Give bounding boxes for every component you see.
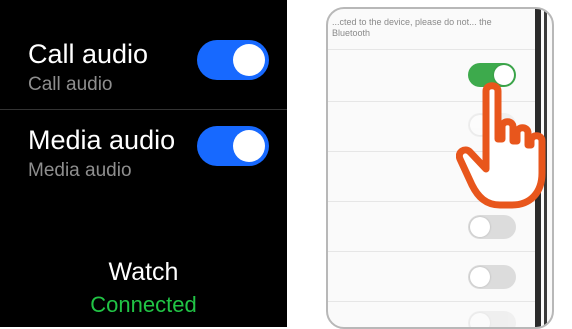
toggle-knob	[233, 44, 265, 76]
pointing-hand-icon	[456, 82, 546, 209]
media-audio-toggle[interactable]	[197, 126, 269, 166]
phone-screen: ...cted to the device, please do not... …	[326, 7, 554, 329]
divider	[328, 251, 538, 252]
toggle-knob	[470, 217, 490, 237]
phone-toggle[interactable]	[468, 265, 516, 289]
phone-toggle[interactable]	[468, 215, 516, 239]
divider	[328, 301, 538, 302]
device-name: Watch	[108, 258, 179, 286]
divider	[328, 49, 538, 50]
toggle-knob	[470, 267, 490, 287]
divider	[0, 109, 287, 110]
phone-toggle[interactable]	[468, 311, 516, 327]
call-audio-toggle[interactable]	[197, 40, 269, 80]
bluetooth-note: ...cted to the device, please do not... …	[332, 17, 492, 38]
toggle-knob	[233, 130, 265, 162]
watch-screen: Call audio Call audio Media audio Media …	[0, 0, 287, 327]
connection-status: Connected	[90, 292, 197, 317]
phone-illustration: ...cted to the device, please do not... …	[326, 7, 570, 329]
